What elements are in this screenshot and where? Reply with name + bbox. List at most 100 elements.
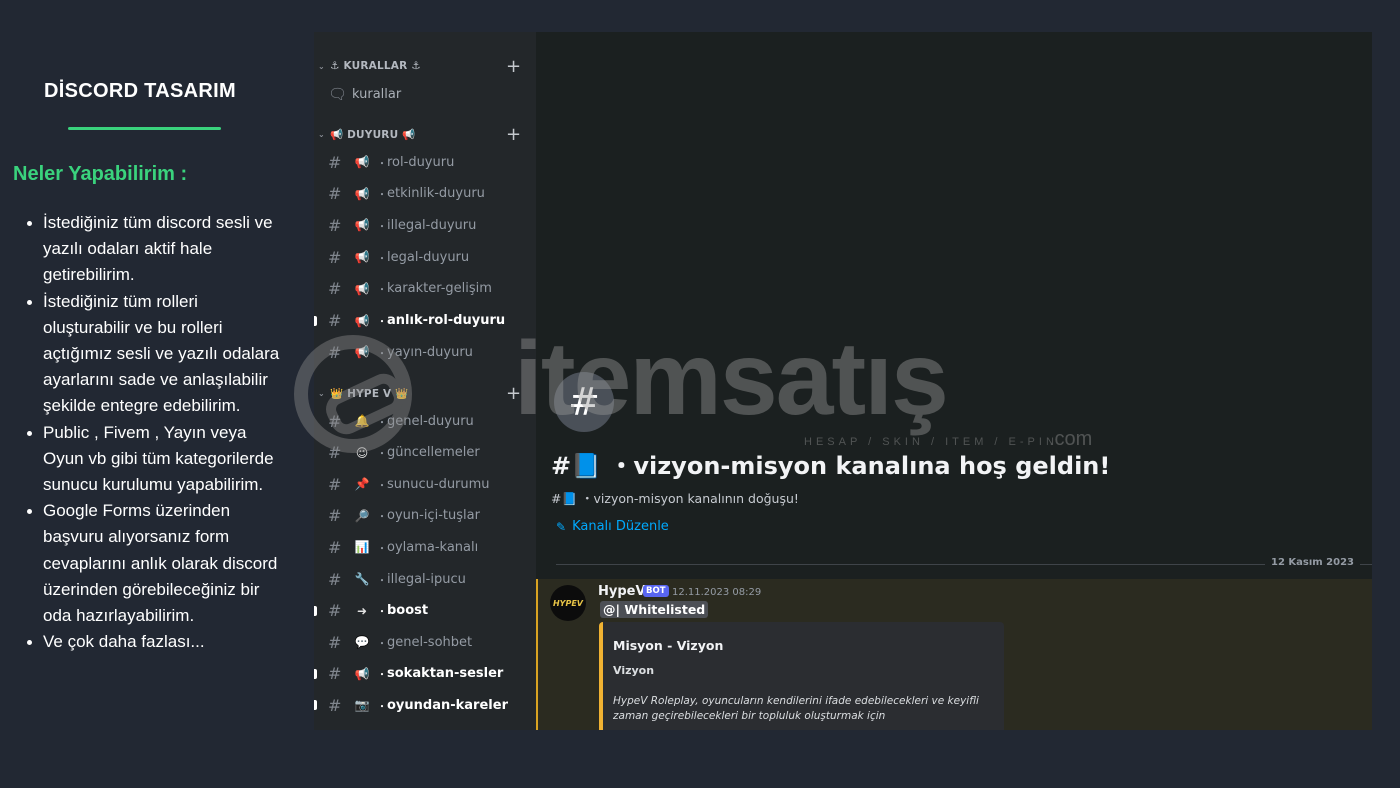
channel-emoji-icon: 🔧 <box>354 572 370 586</box>
channel-emoji-icon: 📢 <box>354 155 370 169</box>
edit-channel-link[interactable]: ✎ Kanalı Düzenle <box>556 519 669 534</box>
forum-icon: 🗨 <box>328 85 348 103</box>
channel-kurallar[interactable]: 🗨 kurallar <box>314 81 536 107</box>
separator-dot: ・ <box>377 575 387 587</box>
channel-yayın-duyuru[interactable]: # 📢 ・ yayın-duyuru <box>314 339 536 365</box>
embed-title: Misyon - Vizyon <box>613 638 724 653</box>
feature-item: Ve çok daha fazlası... <box>20 629 282 655</box>
channel-emoji-icon: 📢 <box>354 218 370 233</box>
edit-channel-label: Kanalı Düzenle <box>572 519 669 534</box>
message-timestamp: 12.11.2023 08:29 <box>672 587 762 598</box>
promo-title: DİSCORD TASARIM <box>44 80 236 102</box>
channel-sokaktan-sesler[interactable]: # 📢 ・ sokaktan-sesler <box>314 661 536 687</box>
channel-label: yayın-duyuru <box>387 344 473 360</box>
avatar[interactable]: HYPEV <box>550 585 586 621</box>
chevron-down-icon: ⌄ <box>318 129 325 139</box>
channel-etkinlik-duyuru[interactable]: # 📢 ・ etkinlik-duyuru <box>314 181 536 207</box>
channel-label: sunucu-durumu <box>387 476 490 492</box>
embed-field-name: Vizyon <box>613 664 655 677</box>
channel-label: boost <box>387 603 429 619</box>
channel-label: genel-sohbet <box>387 634 473 650</box>
channel-emoji-icon: 📷 <box>354 698 370 713</box>
text-channel-icon: # <box>328 215 342 235</box>
channel-karakter-gelişim[interactable]: # 📢 ・ karakter-gelişim <box>314 276 536 302</box>
promo-panel: DİSCORD TASARIM Neler Yapabilirim : İste… <box>0 0 300 788</box>
separator-dot: ・ <box>377 221 387 233</box>
role-mention[interactable]: @| Whitelisted <box>600 601 709 618</box>
channel-emoji-icon: 📢 <box>354 313 370 328</box>
channel-emoji-icon: 🔎 <box>354 508 370 523</box>
add-channel-icon[interactable]: + <box>506 56 521 77</box>
feature-list: İstediğiniz tüm discord sesli ve yazılı … <box>20 210 282 655</box>
text-channel-icon: # <box>328 664 342 684</box>
embed-description: HypeV Roleplay, oyuncuların kendilerini … <box>613 695 979 722</box>
channel-anlık-rol-duyuru[interactable]: # 📢 ・ anlık-rol-duyuru <box>314 308 536 334</box>
separator-dot: ・ <box>377 512 387 524</box>
chat-area: # #📘 ・vizyon-misyon kanalına hoş geldin!… <box>536 32 1372 730</box>
category-duyuru[interactable]: ⌄ 📢 DUYURU 📢 + <box>314 124 536 145</box>
add-channel-icon[interactable]: + <box>506 124 521 145</box>
message-author[interactable]: HypeV <box>598 584 646 599</box>
welcome-subtitle: #📘 ・vizyon-misyon kanalının doğuşu! <box>551 491 799 506</box>
channel-rol-duyuru[interactable]: # 📢 ・ rol-duyuru <box>314 149 536 175</box>
channel-boost[interactable]: # ➜ ・ boost <box>314 598 536 624</box>
pencil-icon: ✎ <box>556 519 567 534</box>
separator-dot: ・ <box>377 417 387 429</box>
channel-oyun-içi-tuşlar[interactable]: # 🔎 ・ oyun-içi-tuşlar <box>314 503 536 529</box>
channel-oyundan-kareler[interactable]: # 📷 ・ oyundan-kareler <box>314 692 536 718</box>
text-channel-icon: # <box>328 311 342 330</box>
separator-dot: ・ <box>377 348 387 360</box>
text-channel-icon: # <box>328 537 342 557</box>
unread-indicator <box>314 315 317 326</box>
channel-emoji-icon: 📌 <box>354 477 370 492</box>
channel-label: oyun-içi-tuşlar <box>387 508 480 524</box>
category-label: 📢 DUYURU 📢 <box>330 128 416 141</box>
text-channel-icon: # <box>328 506 342 526</box>
channel-genel-duyuru[interactable]: # 🔔 ・ genel-duyuru <box>314 408 536 434</box>
category-hype-v[interactable]: ⌄ 👑 HYPE V 👑 + <box>314 383 536 404</box>
feature-item: İstediğiniz tüm rolleri oluşturabilir ve… <box>20 289 282 420</box>
channel-güncellemeler[interactable]: # 😉 ・ güncellemeler <box>314 440 536 466</box>
chevron-down-icon: ⌄ <box>318 61 325 71</box>
message-embed: Misyon - Vizyon Vizyon HypeV Roleplay, o… <box>599 622 1004 730</box>
message: HYPEV HypeV BOT 12.11.2023 08:29 @| Whit… <box>536 579 1372 730</box>
channel-emoji-icon: 📢 <box>354 186 370 201</box>
channel-label: legal-duyuru <box>387 249 470 265</box>
channel-illegal-ipucu[interactable]: # 🔧 ・ illegal-ipucu <box>314 566 536 592</box>
channel-legal-duyuru[interactable]: # 📢 ・ legal-duyuru <box>314 244 536 270</box>
channel-emoji-icon: 😉 <box>355 445 369 460</box>
date-divider <box>556 564 1372 565</box>
channel-illegal-duyuru[interactable]: # 📢 ・ illegal-duyuru <box>314 212 536 238</box>
discord-window: ⌄ ⚓ KURALLAR ⚓ + 🗨 kurallar ⌄ 📢 DUYURU 📢… <box>314 32 1372 730</box>
text-channel-icon: # <box>328 601 342 621</box>
channel-label: güncellemeler <box>387 445 480 461</box>
separator-dot: ・ <box>377 285 387 297</box>
channel-emoji-icon: ➜ <box>356 603 368 618</box>
category-kurallar[interactable]: ⌄ ⚓ KURALLAR ⚓ + <box>314 56 536 77</box>
text-channel-icon: # <box>328 411 342 431</box>
text-channel-icon: # <box>328 474 342 494</box>
add-channel-icon[interactable]: + <box>506 383 521 404</box>
text-channel-icon: # <box>328 184 342 204</box>
channel-genel-sohbet[interactable]: # 💬 ・ genel-sohbet <box>314 629 536 655</box>
separator-dot: ・ <box>377 190 387 202</box>
separator-dot: ・ <box>377 253 387 265</box>
channel-label: oyundan-kareler <box>387 697 508 713</box>
channel-label: illegal-duyuru <box>387 217 477 233</box>
feature-item: Public , Fivem , Yayın veya Oyun vb gibi… <box>20 420 282 499</box>
channel-label: anlık-rol-duyuru <box>387 313 506 328</box>
channel-sunucu-durumu[interactable]: # 📌 ・ sunucu-durumu <box>314 471 536 497</box>
separator-dot: ・ <box>377 480 387 492</box>
channel-oylama-kanalı[interactable]: # 📊 ・ oylama-kanalı <box>314 534 536 560</box>
text-channel-icon: # <box>328 247 342 267</box>
separator-dot: ・ <box>377 449 387 461</box>
channel-emoji-icon: 📢 <box>354 250 370 265</box>
bot-badge: BOT <box>643 585 669 597</box>
channel-label: genel-duyuru <box>387 413 474 429</box>
unread-indicator <box>314 700 317 711</box>
channel-emoji-icon: 📢 <box>354 666 370 681</box>
text-channel-icon: # <box>328 279 342 299</box>
channel-emoji-icon: 🔔 <box>354 414 370 428</box>
channel-label: sokaktan-sesler <box>387 666 504 682</box>
separator-dot: ・ <box>377 317 387 328</box>
